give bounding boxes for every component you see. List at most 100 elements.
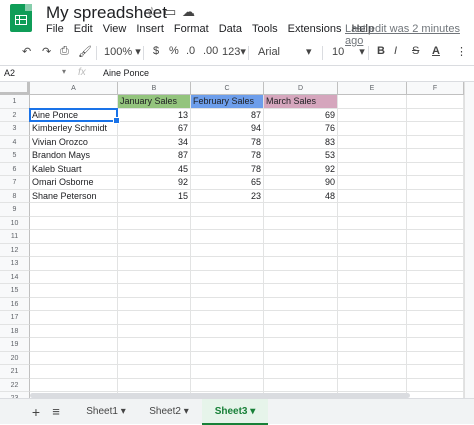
cell-c3[interactable]: 94 (191, 122, 264, 136)
column-header-c[interactable]: C (191, 82, 264, 95)
cell-c8[interactable]: 23 (191, 189, 264, 203)
cell-a7[interactable]: Omari Osborne (30, 176, 118, 190)
cell-b1[interactable]: January Sales (118, 95, 191, 109)
currency-format-button[interactable]: $ (153, 45, 159, 57)
decrease-decimal-button[interactable]: .0 (186, 45, 195, 57)
cell-d2[interactable]: 69 (264, 108, 338, 122)
row-header[interactable]: 13 (0, 257, 30, 271)
cell-d4[interactable]: 83 (264, 135, 338, 149)
row-header[interactable]: 7 (0, 176, 30, 190)
cell-a15[interactable] (30, 284, 118, 298)
cell-f7[interactable] (407, 176, 464, 190)
cell-d8[interactable]: 48 (264, 189, 338, 203)
menu-format[interactable]: Format (174, 23, 209, 35)
cell-b16[interactable] (118, 297, 191, 311)
font-size-select[interactable]: 10 ▾ (332, 45, 365, 58)
cell-f19[interactable] (407, 338, 464, 352)
column-header-d[interactable]: D (264, 82, 338, 95)
row-header[interactable]: 3 (0, 122, 30, 136)
cell-f5[interactable] (407, 149, 464, 163)
cell-b12[interactable] (118, 243, 191, 257)
cell-a10[interactable] (30, 216, 118, 230)
cell-b22[interactable] (118, 378, 191, 392)
cell-c4[interactable]: 78 (191, 135, 264, 149)
row-header[interactable]: 5 (0, 149, 30, 163)
row-header[interactable]: 14 (0, 270, 30, 284)
cell-d16[interactable] (264, 297, 338, 311)
cell-d18[interactable] (264, 324, 338, 338)
cell-e20[interactable] (338, 351, 407, 365)
cell-a3[interactable]: Kimberley Schmidt (30, 122, 118, 136)
star-icon[interactable]: ☆ (146, 4, 158, 20)
cell-d12[interactable] (264, 243, 338, 257)
cell-c13[interactable] (191, 257, 264, 271)
formula-input[interactable]: Aine Ponce (103, 68, 149, 78)
cell-f6[interactable] (407, 162, 464, 176)
menu-extensions[interactable]: Extensions (288, 23, 342, 35)
cell-d1[interactable]: March Sales (264, 95, 338, 109)
cell-e2[interactable] (338, 108, 407, 122)
cell-e11[interactable] (338, 230, 407, 244)
cell-c15[interactable] (191, 284, 264, 298)
strikethrough-button[interactable]: S (412, 45, 419, 57)
tab-sheet2[interactable]: Sheet2 ▾ (139, 399, 199, 425)
cell-f8[interactable] (407, 189, 464, 203)
menu-edit[interactable]: Edit (74, 23, 93, 35)
redo-icon[interactable]: ↷ (42, 45, 51, 58)
cell-e6[interactable] (338, 162, 407, 176)
row-header[interactable]: 12 (0, 243, 30, 257)
cell-f4[interactable] (407, 135, 464, 149)
row-header[interactable]: 9 (0, 203, 30, 217)
sheets-logo-icon[interactable] (10, 4, 32, 32)
cell-f9[interactable] (407, 203, 464, 217)
cell-a20[interactable] (30, 351, 118, 365)
font-select[interactable]: Arial ▾ (258, 45, 312, 58)
cell-b11[interactable] (118, 230, 191, 244)
column-header-f[interactable]: F (407, 82, 464, 95)
more-tools-icon[interactable]: ⋮ (456, 45, 467, 58)
cell-d13[interactable] (264, 257, 338, 271)
cell-d21[interactable] (264, 365, 338, 379)
cell-f3[interactable] (407, 122, 464, 136)
row-header[interactable]: 19 (0, 338, 30, 352)
row-header[interactable]: 21 (0, 365, 30, 379)
cell-e18[interactable] (338, 324, 407, 338)
cell-b19[interactable] (118, 338, 191, 352)
cell-a17[interactable] (30, 311, 118, 325)
cell-d3[interactable]: 76 (264, 122, 338, 136)
add-sheet-button[interactable]: + (26, 399, 46, 425)
cell-d17[interactable] (264, 311, 338, 325)
row-header[interactable]: 1 (0, 95, 30, 109)
cell-e16[interactable] (338, 297, 407, 311)
cell-c10[interactable] (191, 216, 264, 230)
cell-a13[interactable] (30, 257, 118, 271)
cell-e13[interactable] (338, 257, 407, 271)
cell-e4[interactable] (338, 135, 407, 149)
row-header[interactable]: 22 (0, 378, 30, 392)
menu-data[interactable]: Data (219, 23, 242, 35)
cell-e17[interactable] (338, 311, 407, 325)
cell-c21[interactable] (191, 365, 264, 379)
cell-d15[interactable] (264, 284, 338, 298)
cell-a5[interactable]: Brandon Mays (30, 149, 118, 163)
row-header[interactable]: 6 (0, 162, 30, 176)
cell-a8[interactable]: Shane Peterson (30, 189, 118, 203)
row-header[interactable]: 11 (0, 230, 30, 244)
row-header[interactable]: 10 (0, 216, 30, 230)
cell-f14[interactable] (407, 270, 464, 284)
cell-b21[interactable] (118, 365, 191, 379)
cell-e22[interactable] (338, 378, 407, 392)
cell-c17[interactable] (191, 311, 264, 325)
cell-a11[interactable] (30, 230, 118, 244)
bold-button[interactable]: B (377, 45, 385, 57)
cell-e21[interactable] (338, 365, 407, 379)
cell-b14[interactable] (118, 270, 191, 284)
cell-b9[interactable] (118, 203, 191, 217)
row-header[interactable]: 18 (0, 324, 30, 338)
column-header-a[interactable]: A (30, 82, 118, 95)
menu-view[interactable]: View (103, 23, 127, 35)
cell-f20[interactable] (407, 351, 464, 365)
cell-e3[interactable] (338, 122, 407, 136)
cell-e9[interactable] (338, 203, 407, 217)
row-header[interactable]: 4 (0, 135, 30, 149)
